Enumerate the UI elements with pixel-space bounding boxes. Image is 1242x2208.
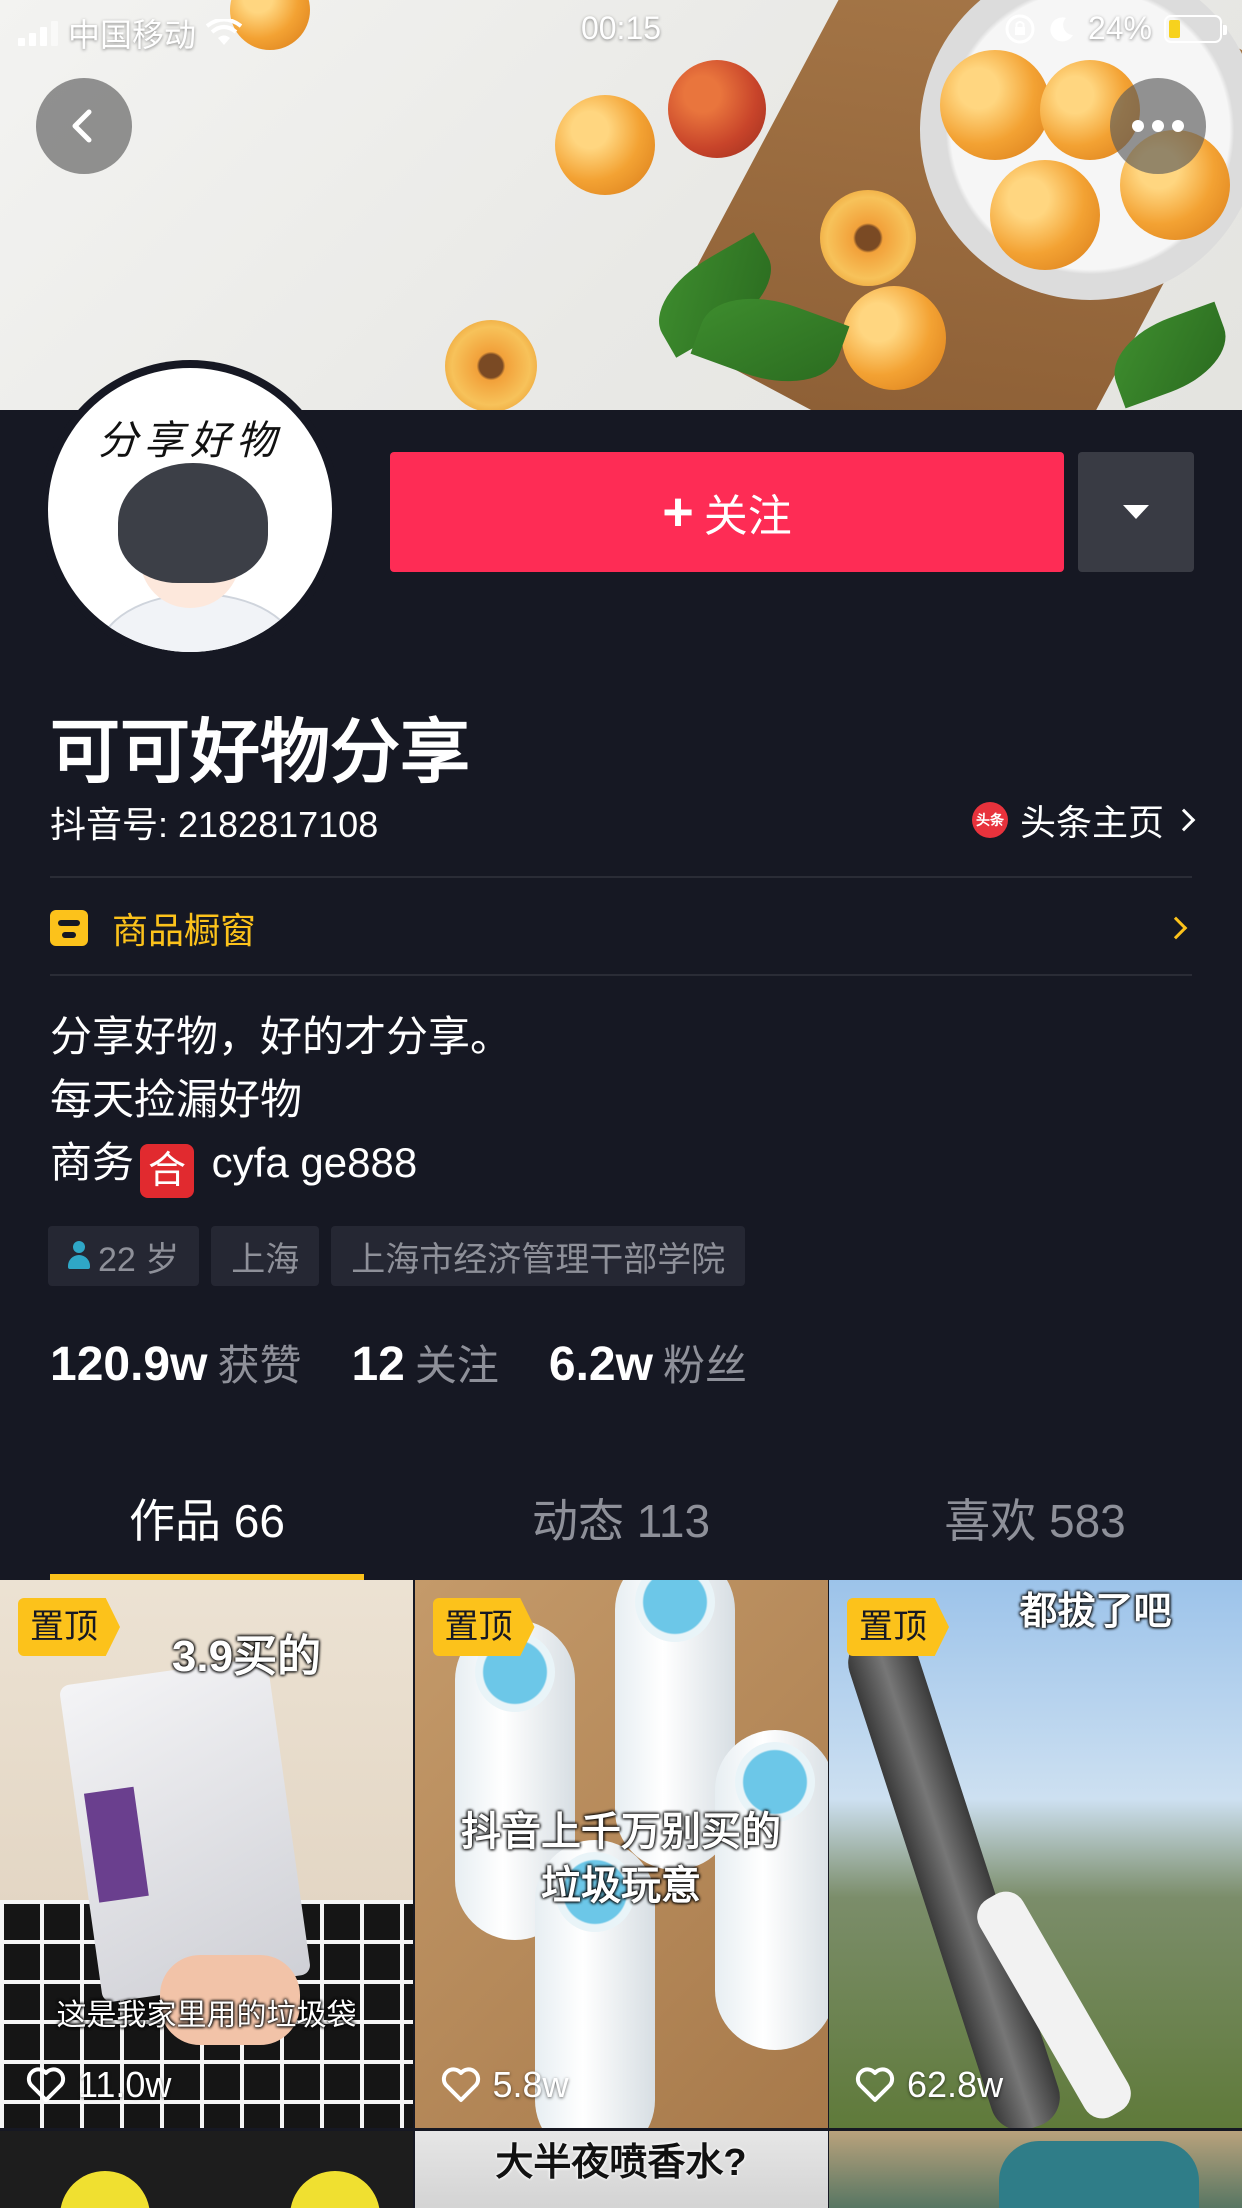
caret-down-icon bbox=[1123, 505, 1149, 519]
bio-line: 每天捡漏好物 bbox=[50, 1076, 303, 1123]
video-likes: 5.8w bbox=[441, 2064, 569, 2106]
douyin-id: 抖音号: 2182817108 bbox=[50, 804, 379, 845]
heart-outline-icon bbox=[855, 2067, 895, 2102]
profile-tabs: 作品 66 动态 113 喜欢 583 bbox=[0, 1486, 1242, 1582]
back-button[interactable] bbox=[36, 78, 132, 174]
shop-label: 商品橱窗 bbox=[112, 910, 257, 951]
followers-stat[interactable]: 6.2w 粉丝 bbox=[549, 1332, 747, 1393]
video-grid: 置顶 3.9买的 这是我家里用的垃圾袋 11.0w 置顶 抖音上千万别买的 垃圾… bbox=[0, 1580, 1242, 2208]
video-caption: 都拔了吧 bbox=[1019, 1591, 1172, 1633]
orientation-lock-icon bbox=[1005, 14, 1035, 43]
video-likes: 62.8w bbox=[855, 2064, 1003, 2106]
likes-stat: 120.9w 获赞 bbox=[50, 1338, 302, 1391]
video-thumbnail[interactable] bbox=[0, 2131, 413, 2208]
toutiao-homepage-link[interactable]: 头条 头条主页 bbox=[971, 794, 1196, 846]
chevron-left-icon bbox=[72, 109, 92, 143]
toutiao-logo-icon: 头条 bbox=[971, 802, 1008, 838]
tab-likes[interactable]: 喜欢 583 bbox=[828, 1486, 1242, 1582]
moon-icon bbox=[1050, 16, 1073, 41]
profile-stats: 120.9w 获赞 12 关注 6.2w 粉丝 bbox=[50, 1332, 747, 1393]
heart-outline-icon bbox=[441, 2067, 480, 2102]
video-caption: 抖音上千万别买的 垃圾玩意 bbox=[461, 1810, 781, 1908]
bio-text: 商务 bbox=[50, 1139, 135, 1186]
bio: 分享好物，好的才分享。 每天捡漏好物 商务合 cyfa ge888 bbox=[50, 1005, 512, 1198]
battery-icon bbox=[1164, 14, 1227, 43]
profile-tags: 22 岁 上海 上海市经济管理干部学院 bbox=[48, 1226, 746, 1286]
tab-works[interactable]: 作品 66 bbox=[0, 1486, 414, 1582]
shop-icon bbox=[50, 910, 88, 946]
he-emoji-icon: 合 bbox=[140, 1144, 195, 1198]
chevron-right-icon bbox=[1164, 916, 1188, 940]
plus-icon: + bbox=[662, 482, 694, 542]
follow-button[interactable]: + 关注 bbox=[390, 452, 1064, 572]
more-button[interactable] bbox=[1110, 78, 1206, 174]
bio-text: cyfa ge888 bbox=[200, 1139, 418, 1186]
video-thumbnail[interactable]: 置顶 抖音上千万别买的 垃圾玩意 5.8w bbox=[414, 1580, 828, 2128]
bio-line: 商务合 cyfa ge888 bbox=[50, 1131, 512, 1198]
avatar[interactable]: 分享好物 bbox=[40, 360, 340, 660]
profile-banner-image bbox=[0, 0, 1242, 410]
location-tag: 上海 bbox=[211, 1226, 320, 1286]
school-tag[interactable]: 上海市经济管理干部学院 bbox=[331, 1226, 746, 1286]
toutiao-label: 头条主页 bbox=[1019, 802, 1164, 843]
video-caption: 3.9买的 bbox=[171, 1632, 322, 1681]
battery-percent: 24% bbox=[1087, 10, 1152, 46]
age-tag: 22 岁 bbox=[48, 1226, 200, 1286]
video-caption: 这是我家里用的垃圾袋 bbox=[56, 1999, 357, 2032]
following-stat[interactable]: 12 关注 bbox=[351, 1332, 498, 1393]
chevron-right-icon bbox=[1172, 808, 1196, 832]
more-dots-icon bbox=[1132, 120, 1184, 132]
pinned-badge: 置顶 bbox=[432, 1598, 535, 1656]
tab-dynamics[interactable]: 动态 113 bbox=[414, 1486, 828, 1582]
video-caption: 大半夜喷香水? bbox=[495, 2142, 747, 2184]
video-thumbnail[interactable]: 大半夜喷香水? bbox=[414, 2131, 828, 2208]
video-thumbnail[interactable]: 置顶 3.9买的 这是我家里用的垃圾袋 11.0w bbox=[0, 1580, 413, 2128]
person-icon bbox=[68, 1241, 90, 1271]
follow-label: 关注 bbox=[703, 492, 792, 541]
video-thumbnail[interactable]: 置顶 都拔了吧 62.8w bbox=[829, 1580, 1242, 2128]
video-thumbnail[interactable] bbox=[829, 2131, 1242, 2208]
recommend-dropdown-button[interactable] bbox=[1078, 452, 1194, 572]
profile-name: 可可好物分享 bbox=[50, 713, 470, 791]
status-bar: 中国移动 00:15 24% bbox=[0, 0, 1242, 58]
divider bbox=[50, 876, 1192, 878]
shop-window-link[interactable]: 商品橱窗 bbox=[50, 900, 1192, 956]
divider bbox=[50, 974, 1192, 976]
heart-outline-icon bbox=[26, 2067, 66, 2102]
video-likes: 11.0w bbox=[26, 2064, 171, 2106]
avatar-logo-text: 分享好物 bbox=[98, 418, 282, 464]
bio-line: 分享好物，好的才分享。 bbox=[50, 1013, 513, 1060]
